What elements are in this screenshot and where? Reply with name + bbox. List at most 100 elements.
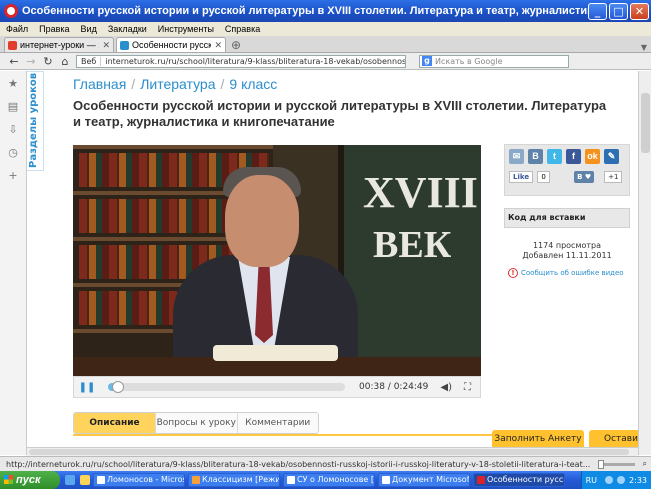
menu-edit[interactable]: Правка: [39, 24, 69, 34]
powerpoint-icon: [192, 476, 200, 484]
taskbar-item[interactable]: Классицизм [Режим ...: [188, 473, 280, 487]
download-icon[interactable]: ⇩: [8, 123, 17, 136]
tab-bar: интернет-уроки — Янд... ✕ Особенности ру…: [0, 36, 651, 53]
lesson-sections-tab[interactable]: Разделы уроков: [27, 71, 44, 171]
fullscreen-icon[interactable]: ⛶: [464, 382, 471, 393]
tab-menu-icon[interactable]: ▼: [641, 43, 647, 52]
open-book: [213, 345, 338, 361]
taskbar-item-active[interactable]: Особенности русск...: [473, 473, 565, 487]
address-bar: ← → ↻ ⌂ Веб interneturok.ru/ru/school/li…: [0, 53, 651, 70]
player-controls: ❚❚ 00:38 / 0:24:49 ◀) ⛶: [73, 376, 481, 398]
new-tab-icon[interactable]: ⊕: [231, 38, 241, 52]
volume-icon[interactable]: ◀): [440, 382, 452, 393]
tab-label: интернет-уроки — Янд...: [20, 40, 99, 50]
quicklaunch-browser-icon[interactable]: [65, 475, 75, 485]
progress-slider[interactable]: [108, 381, 345, 393]
tab-label: Особенности русской н...: [132, 40, 212, 50]
tab-questions[interactable]: Вопросы к уроку: [156, 413, 238, 433]
windows-logo-icon: [4, 475, 13, 484]
maximize-button[interactable]: □: [609, 2, 628, 20]
breadcrumb-home[interactable]: Главная: [73, 76, 126, 92]
google-icon[interactable]: g: [422, 56, 432, 66]
mail-icon[interactable]: ✉: [509, 149, 524, 164]
scroll-thumb[interactable]: [29, 449, 629, 455]
close-tab-icon[interactable]: ✕: [214, 40, 222, 51]
odnoklassniki-icon[interactable]: ok: [585, 149, 600, 164]
search-input[interactable]: g Искать в Google: [419, 54, 569, 68]
word-icon: [382, 476, 390, 484]
breadcrumb: Главная / Литература / 9 класс: [73, 76, 277, 92]
quicklaunch-desktop-icon[interactable]: [80, 475, 90, 485]
taskbar: пуск Ломоносов - Micros... Классицизм [Р…: [0, 471, 651, 489]
zoom-icon[interactable]: ⌕: [643, 459, 647, 469]
menu-view[interactable]: Вид: [81, 24, 97, 34]
tray-network-icon[interactable]: [605, 476, 614, 484]
twitter-icon[interactable]: t: [547, 149, 562, 164]
taskbar-item-label: Особенности русск...: [487, 475, 564, 484]
progress-knob[interactable]: [111, 381, 124, 393]
back-icon[interactable]: ←: [8, 55, 20, 68]
home-icon[interactable]: ⌂: [59, 55, 71, 68]
breadcrumb-literature[interactable]: Литература: [140, 76, 215, 92]
close-tab-icon[interactable]: ✕: [102, 40, 110, 51]
embed-code-button[interactable]: Код для вставки: [504, 208, 630, 228]
forward-icon[interactable]: →: [25, 55, 37, 68]
menu-bookmarks[interactable]: Закладки: [108, 24, 147, 34]
time-display: 00:38 / 0:24:49: [359, 382, 429, 392]
taskbar-item-label: Ломоносов - Micros...: [107, 475, 184, 484]
facebook-like-button[interactable]: Like: [509, 171, 534, 183]
web-label: Веб: [77, 56, 102, 66]
side-panel: ★ ▤ ⇩ ◷ +: [0, 71, 27, 455]
tab-description[interactable]: Описание: [74, 413, 156, 433]
add-icon[interactable]: +: [8, 169, 17, 182]
view-count: 1174 просмотра: [532, 241, 602, 250]
status-bar: http://interneturok.ru/ru/school/literat…: [0, 456, 651, 471]
tray-volume-icon[interactable]: [617, 476, 626, 484]
menu-tools[interactable]: Инструменты: [158, 24, 214, 34]
menu-file[interactable]: Файл: [6, 24, 28, 34]
facebook-icon[interactable]: f: [566, 149, 581, 164]
pause-button[interactable]: ❚❚: [78, 382, 96, 393]
star-icon[interactable]: ★: [8, 77, 18, 90]
notes-icon[interactable]: ▤: [8, 100, 18, 113]
horizontal-scrollbar[interactable]: [27, 447, 638, 456]
livejournal-icon[interactable]: ✎: [604, 149, 619, 164]
system-tray: RU 2:33: [580, 471, 651, 489]
tab-yandex[interactable]: интернет-уроки — Янд... ✕: [4, 37, 114, 52]
video-stats: 1174 просмотра Добавлен 11.11.2011: [504, 241, 630, 261]
zoom-knob[interactable]: [598, 459, 605, 469]
scroll-thumb[interactable]: [641, 93, 650, 153]
clock: 2:33: [629, 475, 647, 485]
vk-icon[interactable]: В: [528, 149, 543, 164]
language-indicator[interactable]: RU: [586, 476, 597, 485]
fill-survey-button[interactable]: Заполнить Анкету: [492, 430, 584, 448]
warning-icon: !: [508, 268, 518, 278]
reload-icon[interactable]: ↻: [42, 55, 54, 68]
close-button[interactable]: ✕: [630, 2, 649, 20]
taskbar-item[interactable]: Ломоносов - Micros...: [93, 473, 185, 487]
report-error-link[interactable]: ! Сообщить об ошибке видео: [508, 268, 624, 278]
url-text[interactable]: interneturok.ru/ru/school/literatura/9-k…: [101, 57, 405, 66]
taskbar-item-label: Документ Microsoft ...: [392, 475, 470, 484]
vk-like-button[interactable]: В ♥: [574, 171, 595, 183]
history-icon[interactable]: ◷: [8, 146, 18, 159]
added-date: Добавлен 11.11.2011: [522, 251, 612, 260]
menu-help[interactable]: Справка: [225, 24, 260, 34]
lesson-tabs: Описание Вопросы к уроку Комментарии: [73, 412, 319, 434]
zoom-slider[interactable]: [598, 459, 635, 469]
taskbar-item[interactable]: Документ Microsoft ...: [378, 473, 470, 487]
start-button[interactable]: пуск: [0, 471, 60, 489]
report-error-label: Сообщить об ошибке видео: [521, 269, 624, 277]
minimize-button[interactable]: _: [588, 2, 607, 20]
tab-current-page[interactable]: Особенности русской н... ✕: [116, 37, 226, 52]
likes-row: Like 0 В ♥ +1: [509, 171, 623, 183]
tabs-underline: [73, 434, 499, 436]
url-field[interactable]: Веб interneturok.ru/ru/school/literatura…: [76, 54, 406, 68]
tab-comments[interactable]: Комментарии: [237, 413, 318, 433]
breadcrumb-grade[interactable]: 9 класс: [229, 76, 277, 92]
video-player-screen[interactable]: XVIII ВЕК: [73, 145, 481, 376]
window-title: Особенности русской истории и русской ли…: [22, 5, 588, 17]
vertical-scrollbar[interactable]: [638, 71, 651, 455]
taskbar-item[interactable]: СУ о Ломоносове [Р...: [283, 473, 375, 487]
plus-one-button[interactable]: +1: [604, 171, 623, 183]
